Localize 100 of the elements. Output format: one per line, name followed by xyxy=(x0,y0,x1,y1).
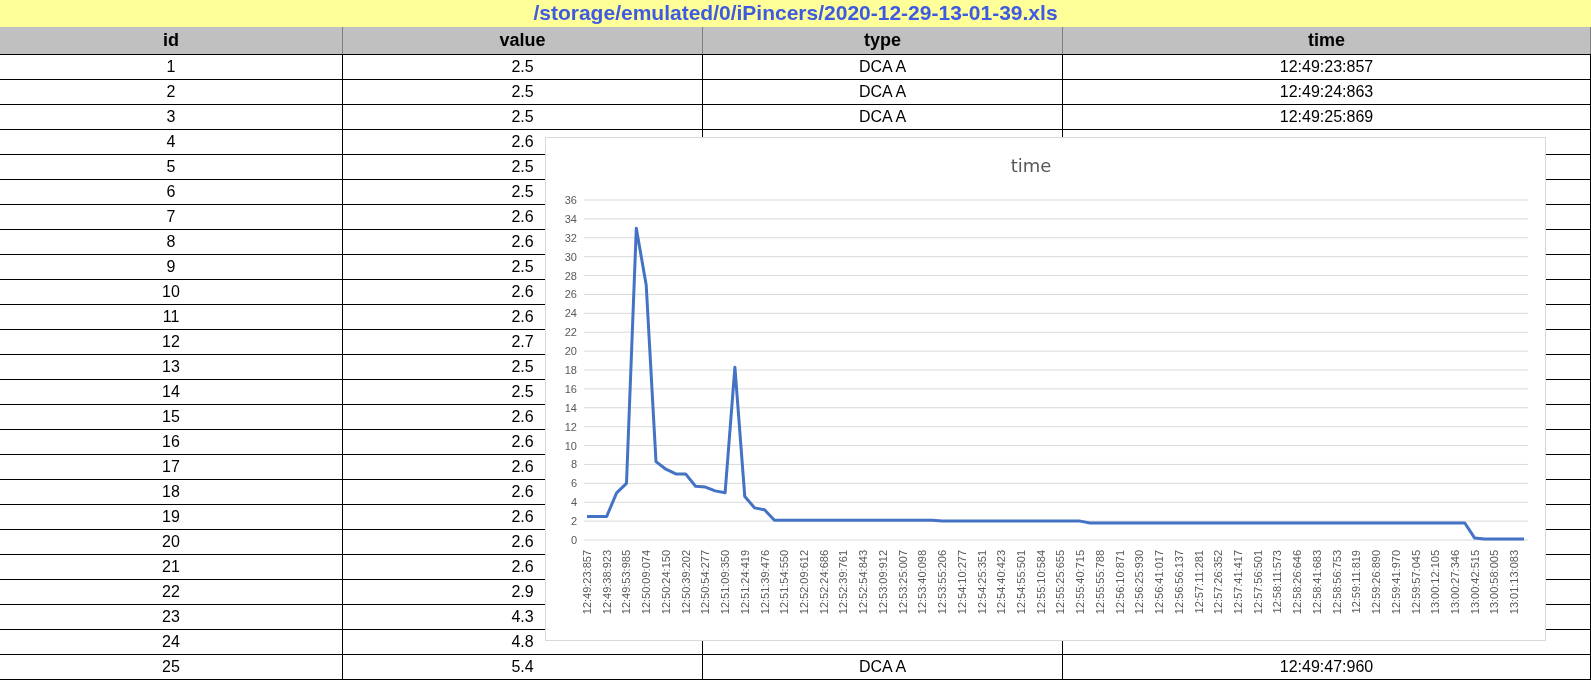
table-cell: 2.6 xyxy=(511,458,534,475)
x-axis-label: 12:50:09:074 xyxy=(640,550,653,615)
x-axis-label: 13:00:27:346 xyxy=(1448,550,1461,615)
x-axis-label: 12:58:41:683 xyxy=(1310,550,1323,615)
x-axis-label: 12:56:56:137 xyxy=(1172,550,1185,615)
x-axis-label: 12:54:55:501 xyxy=(1015,550,1027,615)
table-cell: 2.5 xyxy=(511,258,534,275)
y-axis-label: 20 xyxy=(564,345,577,358)
column-header: time xyxy=(1063,27,1591,54)
table-cell: 2.6 xyxy=(511,433,534,450)
table-cell: 4.3 xyxy=(511,608,534,625)
y-axis-label: 30 xyxy=(564,250,577,263)
table-cell: 2.6 xyxy=(511,508,534,525)
y-axis-label: 28 xyxy=(564,269,577,282)
x-axis-label: 12:53:09:912 xyxy=(876,550,889,615)
table-cell: 3 xyxy=(166,108,176,125)
table-cell: DCA A xyxy=(858,108,907,125)
table-cell: 10 xyxy=(162,283,180,300)
table-cell: 16 xyxy=(162,433,180,450)
y-axis-label: 16 xyxy=(564,382,577,395)
column-header: type xyxy=(703,27,1063,54)
x-axis-label: 12:55:10:584 xyxy=(1034,550,1047,615)
table-cell: 2.5 xyxy=(511,383,534,400)
table-cell: 2 xyxy=(166,83,176,100)
table-cell: 2.5 xyxy=(511,58,534,75)
table-cell: DCA A xyxy=(858,58,907,75)
table-cell: 23 xyxy=(162,608,180,625)
y-axis-label: 10 xyxy=(564,439,577,452)
x-axis-label: 12:59:26:890 xyxy=(1370,550,1383,615)
x-axis-label: 12:53:40:098 xyxy=(916,550,929,615)
x-axis-label: 12:49:23:857 xyxy=(581,550,593,615)
x-axis-label: 12:58:56:753 xyxy=(1330,550,1343,615)
table-cell: 12 xyxy=(162,333,180,350)
y-axis-label: 8 xyxy=(570,458,577,471)
y-axis-label: 2 xyxy=(570,515,577,528)
table-cell: 11 xyxy=(162,308,180,325)
table-cell: 15 xyxy=(162,408,180,425)
table-cell: 2.6 xyxy=(511,533,534,550)
x-axis-label: 12:53:55:206 xyxy=(936,550,949,615)
x-axis-label: 12:52:39:761 xyxy=(837,550,850,615)
table-cell: 5 xyxy=(166,158,176,175)
x-axis-label: 12:54:25:351 xyxy=(975,550,988,615)
table-cell: 2.6 xyxy=(511,483,534,500)
x-axis-label: 12:59:11:819 xyxy=(1350,550,1363,614)
y-axis-label: 22 xyxy=(564,326,577,339)
table-cell: 2.7 xyxy=(511,333,534,350)
x-axis-label: 12:49:38:923 xyxy=(600,550,613,615)
table-cell: 12:49:47:960 xyxy=(1279,658,1374,675)
table-cell: 12:49:23:857 xyxy=(1279,58,1374,75)
table-cell: 14 xyxy=(162,383,180,400)
x-axis-label: 12:58:26:646 xyxy=(1291,550,1304,615)
y-axis-label: 26 xyxy=(564,288,577,301)
x-axis-label: 13:00:42:515 xyxy=(1468,550,1481,615)
x-axis-label: 12:56:10:871 xyxy=(1113,550,1126,615)
table-cell: 22 xyxy=(162,583,180,600)
x-axis-label: 12:53:25:007 xyxy=(896,550,909,615)
file-path-title: /storage/emulated/0/iPincers/2020-12-29-13-01-39.xls xyxy=(0,0,1591,27)
table-cell: 2.5 xyxy=(511,108,534,125)
chart-title: time xyxy=(1010,155,1052,176)
y-axis-label: 14 xyxy=(564,401,577,414)
x-axis-label: 12:54:10:277 xyxy=(955,550,968,615)
table-cell: 2.6 xyxy=(511,133,534,150)
table-cell: 19 xyxy=(162,508,180,525)
x-axis-label: 12:50:54:277 xyxy=(699,550,712,615)
table-cell: 4 xyxy=(166,133,176,150)
x-axis-label: 12:55:25:655 xyxy=(1054,550,1067,615)
table-cell: 2.5 xyxy=(511,358,534,375)
x-axis-label: 12:50:24:150 xyxy=(659,550,672,615)
y-axis-label: 32 xyxy=(564,231,577,244)
table-cell: 25 xyxy=(162,658,180,675)
x-axis-label: 12:58:11:573 xyxy=(1271,550,1284,614)
table-cell: 8 xyxy=(166,233,176,250)
table-cell: DCA A xyxy=(858,658,907,675)
x-axis-label: 12:56:25:930 xyxy=(1133,550,1146,615)
x-axis-label: 12:57:41:417 xyxy=(1231,550,1244,615)
table-cell: 2.5 xyxy=(511,183,534,200)
table-cell: 4.8 xyxy=(511,633,534,650)
table-cell: DCA A xyxy=(858,83,907,100)
x-axis-label: 12:59:57:045 xyxy=(1409,550,1422,615)
y-axis-label: 18 xyxy=(564,364,577,376)
table-cell: 7 xyxy=(166,208,176,225)
x-axis-label: 12:55:40:715 xyxy=(1074,550,1087,615)
x-axis-label: 12:57:26:352 xyxy=(1212,550,1225,615)
table-cell: 17 xyxy=(162,458,180,475)
table-cell: 20 xyxy=(162,533,180,550)
table-cell: 9 xyxy=(166,258,176,275)
table-cell: 6 xyxy=(166,183,176,200)
column-header: id xyxy=(0,27,343,54)
x-axis-label: 12:52:54:843 xyxy=(857,550,870,615)
table-cell: 12:49:25:869 xyxy=(1279,108,1374,125)
x-axis-label: 12:54:40:423 xyxy=(995,550,1008,615)
x-axis-label: 13:00:58:005 xyxy=(1488,550,1501,615)
y-axis-label: 12 xyxy=(564,420,577,433)
x-axis-label: 12:49:53:985 xyxy=(620,550,633,615)
x-axis-label: 12:51:09:350 xyxy=(719,550,732,615)
x-axis-label: 12:57:56:501 xyxy=(1251,550,1264,615)
table-cell: 2.6 xyxy=(511,308,534,325)
x-axis-label: 12:52:24:686 xyxy=(817,550,830,615)
x-axis-label: 12:51:54:550 xyxy=(778,550,791,615)
x-axis-label: 12:56:41:017 xyxy=(1153,550,1166,615)
